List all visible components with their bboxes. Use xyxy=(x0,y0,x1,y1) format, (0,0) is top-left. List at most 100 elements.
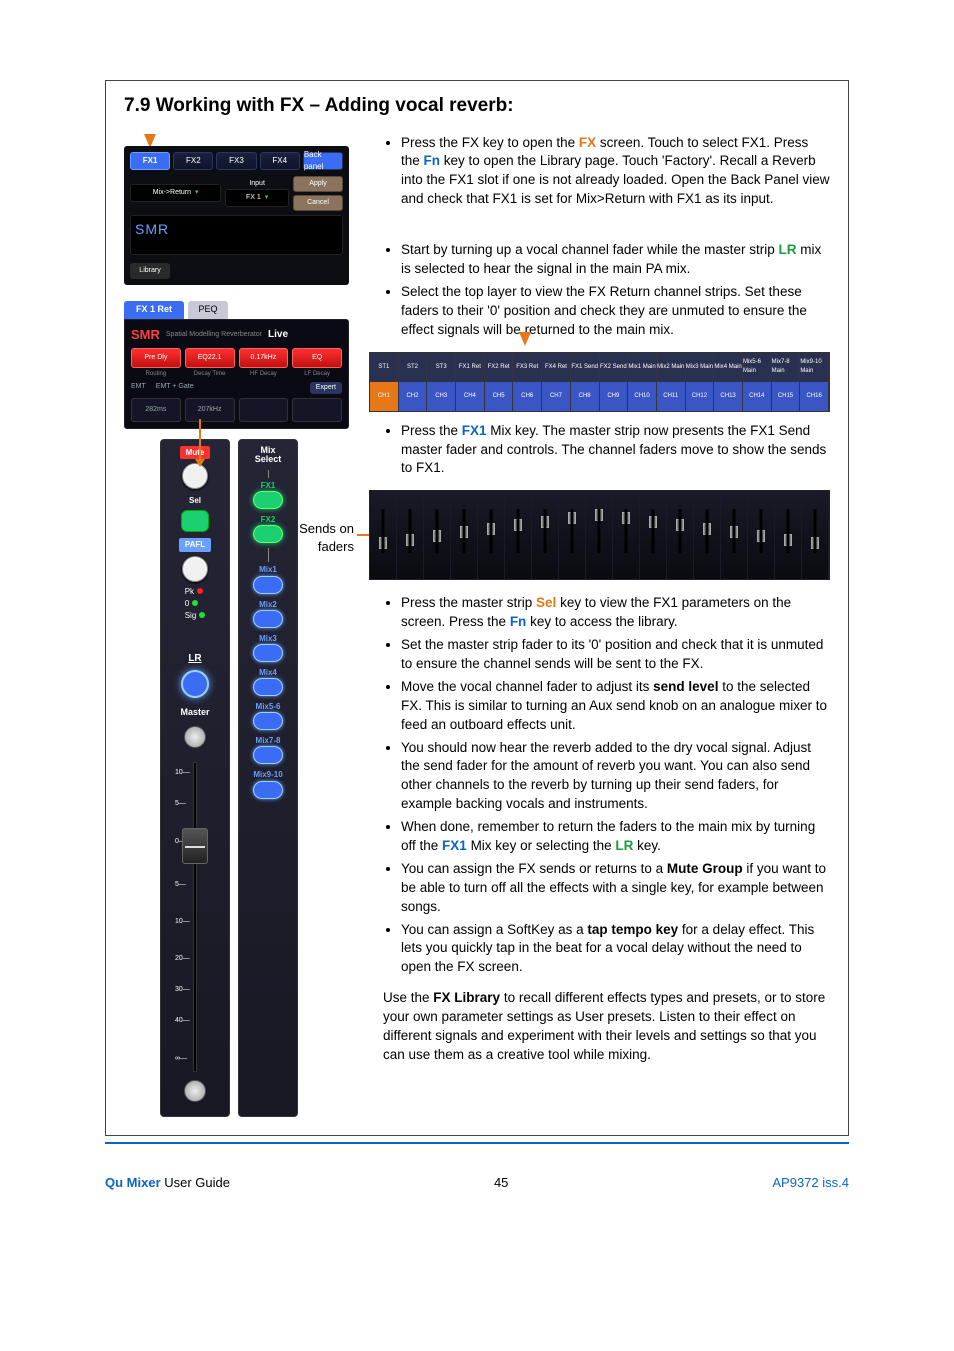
layer-cell[interactable]: ST2 xyxy=(399,353,428,382)
layer-cell[interactable]: CH4 xyxy=(456,382,485,411)
bank-channel[interactable] xyxy=(748,491,775,579)
layer-cell[interactable]: FX1 Ret xyxy=(456,353,485,382)
tab-fx3[interactable]: FX3 xyxy=(216,152,256,170)
layer-cell[interactable]: FX2 Ret xyxy=(485,353,514,382)
bank-channel[interactable] xyxy=(424,491,451,579)
bank-channel[interactable] xyxy=(505,491,532,579)
lr-mix-button[interactable] xyxy=(181,670,209,698)
cancel-button[interactable]: Cancel xyxy=(293,195,343,211)
param3-button[interactable] xyxy=(239,398,289,422)
layer-cell[interactable]: CH16 xyxy=(800,382,829,411)
bank-channel[interactable] xyxy=(640,491,667,579)
fx1-ret-tab[interactable]: FX 1 Ret xyxy=(124,301,184,319)
bullet-item: Press the FX1 Mix key. The master strip … xyxy=(401,422,830,479)
mix910-button[interactable] xyxy=(253,781,283,799)
eq2-button[interactable]: EQ xyxy=(292,348,342,368)
db-scale: 10— 5— 0— 5— 10— 20— 30— 40— ∞— xyxy=(175,762,211,1072)
bullet-item: When done, remember to return the faders… xyxy=(401,818,830,856)
dec1-button[interactable]: 282ms xyxy=(131,398,181,422)
freq-button[interactable]: 0.17kHz xyxy=(239,348,289,368)
layer-cell[interactable]: FX4 Ret xyxy=(542,353,571,382)
layer-cell[interactable]: ST3 xyxy=(427,353,456,382)
layer-cell[interactable]: CH15 xyxy=(772,382,801,411)
mix3-button[interactable] xyxy=(253,644,283,662)
layer-cell[interactable]: CH7 xyxy=(542,382,571,411)
layer-cell[interactable]: Mix7-8 Main xyxy=(772,353,801,382)
param4-button[interactable] xyxy=(292,398,342,422)
bullet-item: Start by turning up a vocal channel fade… xyxy=(401,241,830,279)
sel-button[interactable] xyxy=(181,510,209,532)
fader-knob[interactable] xyxy=(182,828,208,864)
layer-cell[interactable]: Mix2 Main xyxy=(657,353,686,382)
fx2-mix-label: FX2 xyxy=(261,514,276,525)
bank-channel[interactable] xyxy=(667,491,694,579)
bottom-knob[interactable] xyxy=(184,1080,206,1102)
layer-cell[interactable]: CH5 xyxy=(485,382,514,411)
mix56-button[interactable] xyxy=(253,712,283,730)
bank-channel[interactable] xyxy=(397,491,424,579)
input-fx1-select[interactable]: FX 1▾ xyxy=(225,189,289,207)
master-fader[interactable]: 10— 5— 0— 5— 10— 20— 30— 40— ∞— xyxy=(177,762,213,1072)
layer-cell[interactable]: Mix1 Main xyxy=(628,353,657,382)
tab-fx1[interactable]: FX1 xyxy=(130,152,170,170)
routing-label: Routing xyxy=(131,370,181,378)
fx1-mix-button[interactable] xyxy=(253,491,283,509)
layers-screenshot: ST1ST2ST3FX1 RetFX2 RetFX3 RetFX4 RetFX1… xyxy=(369,352,830,412)
bank-channel[interactable] xyxy=(613,491,640,579)
layer-cell[interactable]: ST1 xyxy=(370,353,399,382)
eq-button[interactable]: EQ22.1 xyxy=(185,348,235,368)
layer-cell[interactable]: CH1 xyxy=(370,382,399,411)
master-knob[interactable] xyxy=(184,726,206,748)
layer-cell[interactable]: Mix4 Main xyxy=(714,353,743,382)
bank-channel[interactable] xyxy=(694,491,721,579)
bank-channel[interactable] xyxy=(802,491,829,579)
mix-return-select[interactable]: Mix->Return▾ xyxy=(130,184,221,202)
mix-select-title: Mix Select xyxy=(255,446,282,464)
bank-channel[interactable] xyxy=(370,491,397,579)
peq-tab[interactable]: PEQ xyxy=(188,301,228,319)
layer-cell[interactable]: Mix3 Main xyxy=(686,353,715,382)
layer-cell[interactable]: Mix9-10 Main xyxy=(800,353,829,382)
mix78-button[interactable] xyxy=(253,746,283,764)
bank-channel[interactable] xyxy=(559,491,586,579)
mix78-label: Mix7-8 xyxy=(256,735,281,746)
layer-cell[interactable]: CH10 xyxy=(628,382,657,411)
tab-back-panel[interactable]: Back panel xyxy=(303,152,343,170)
mix1-button[interactable] xyxy=(253,576,283,594)
layer-cell[interactable]: CH2 xyxy=(399,382,428,411)
mix2-button[interactable] xyxy=(253,610,283,628)
dec2-button[interactable]: 207kHz xyxy=(185,398,235,422)
bank-channel[interactable] xyxy=(532,491,559,579)
tab-fx2[interactable]: FX2 xyxy=(173,152,213,170)
layer-cell[interactable]: Mix5-6 Main xyxy=(743,353,772,382)
bank-channel[interactable] xyxy=(451,491,478,579)
mix4-button[interactable] xyxy=(253,678,283,696)
bank-channel[interactable] xyxy=(721,491,748,579)
footer-page-number: 45 xyxy=(494,1174,508,1192)
apply-button[interactable]: Apply xyxy=(293,176,343,192)
bank-channel[interactable] xyxy=(586,491,613,579)
layer-cell[interactable]: CH6 xyxy=(513,382,542,411)
layer-cell[interactable]: FX3 Ret xyxy=(513,353,542,382)
fx2-mix-button[interactable] xyxy=(253,525,283,543)
layer-cell[interactable]: CH12 xyxy=(686,382,715,411)
library-button[interactable]: Library xyxy=(130,263,170,279)
layer-cell[interactable]: FX2 Send xyxy=(600,353,629,382)
left-col: FX1 FX2 FX3 FX4 Back panel Mix->Return▾ … xyxy=(124,134,349,1118)
layer-cell[interactable]: CH9 xyxy=(600,382,629,411)
predelay-button[interactable]: Pre Dly xyxy=(131,348,181,368)
bank-channel[interactable] xyxy=(478,491,505,579)
page-footer: Qu Mixer User Guide 45 AP9372 iss.4 xyxy=(105,1174,849,1192)
smr-logo: SMR xyxy=(135,220,169,240)
pafl-button[interactable] xyxy=(182,556,208,582)
expert-button[interactable]: Expert xyxy=(310,382,342,394)
tab-fx4[interactable]: FX4 xyxy=(260,152,300,170)
layer-cell[interactable]: CH13 xyxy=(714,382,743,411)
layer-cell[interactable]: CH8 xyxy=(571,382,600,411)
layer-cell[interactable]: CH14 xyxy=(743,382,772,411)
mute-button[interactable] xyxy=(182,463,208,489)
layer-cell[interactable]: FX1 Send xyxy=(571,353,600,382)
layer-cell[interactable]: CH3 xyxy=(427,382,456,411)
bank-channel[interactable] xyxy=(775,491,802,579)
layer-cell[interactable]: CH11 xyxy=(657,382,686,411)
